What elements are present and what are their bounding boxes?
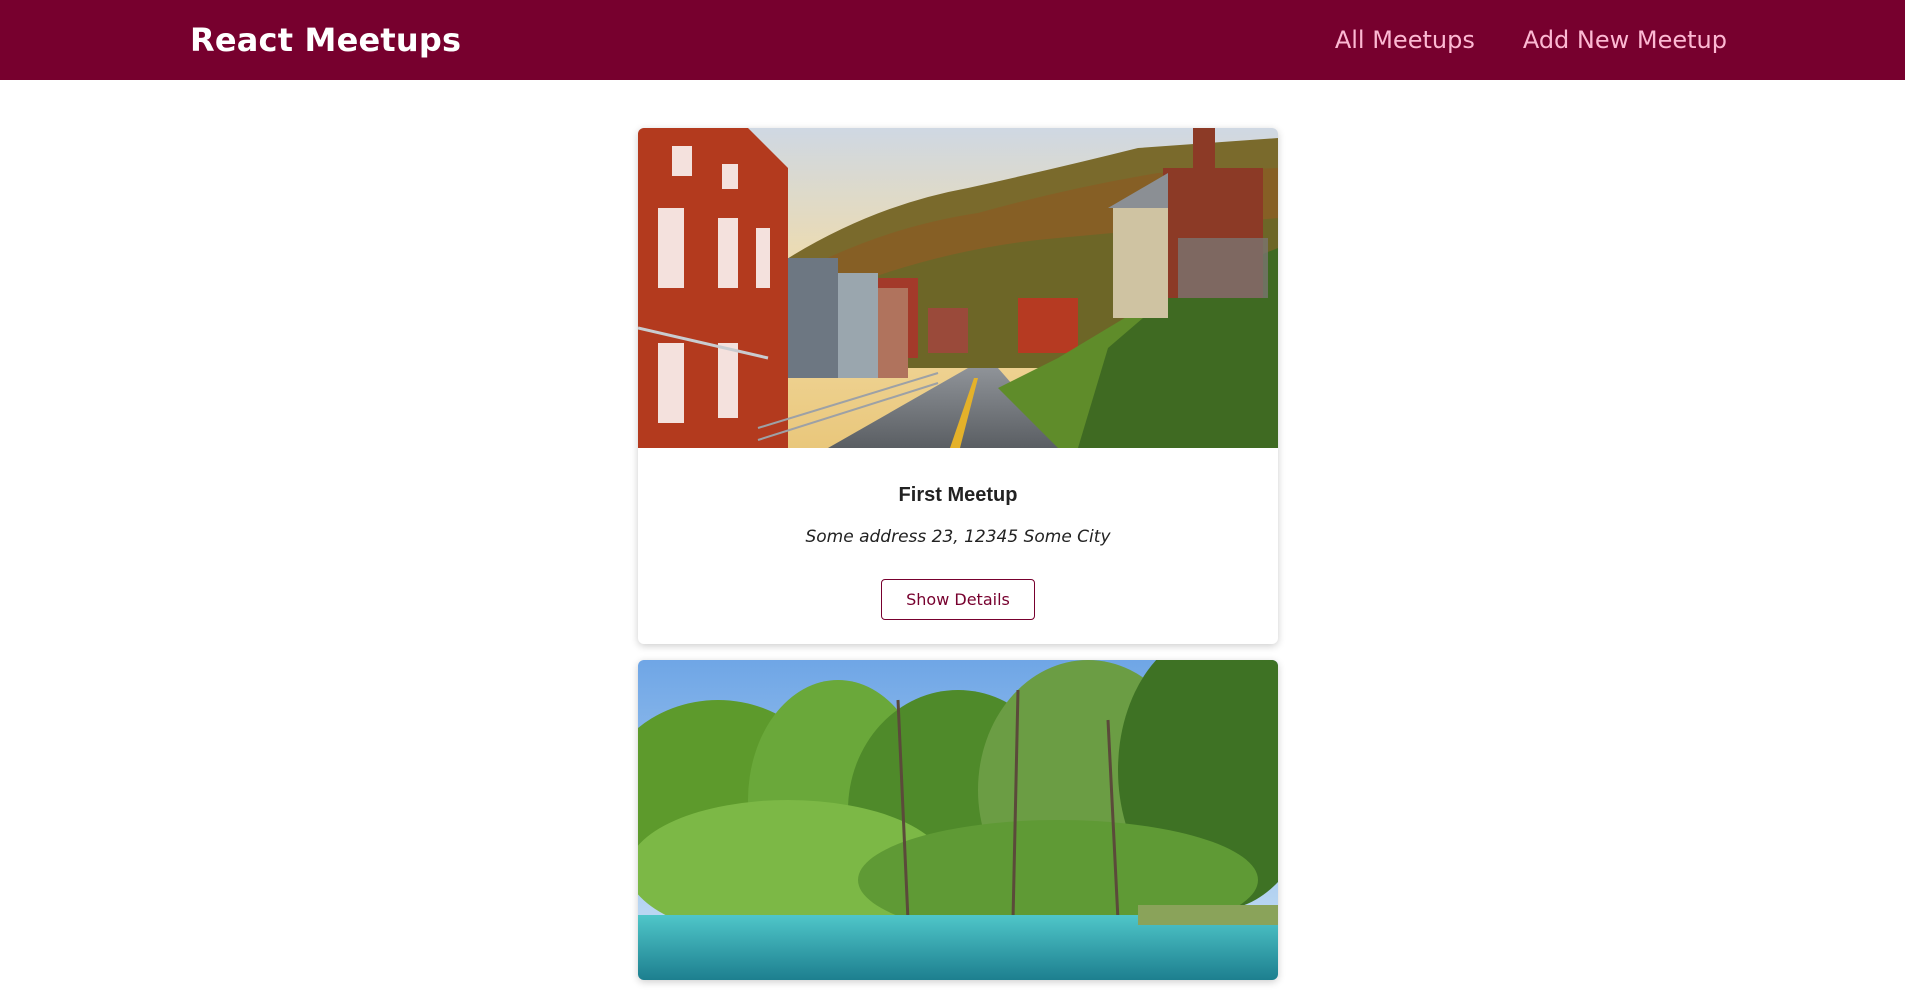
site-logo[interactable]: React Meetups: [190, 21, 461, 59]
main-nav: All Meetups Add New Meetup: [1335, 26, 1727, 54]
meetup-content: First Meetup Some address 23, 12345 Some…: [638, 448, 1278, 547]
meetup-actions: Show Details: [638, 547, 1278, 644]
main-header: React Meetups All Meetups Add New Meetup: [0, 0, 1905, 80]
meetup-image: [638, 128, 1278, 448]
meetup-list: First Meetup Some address 23, 12345 Some…: [638, 128, 1278, 996]
meetup-card: First Meetup Some address 23, 12345 Some…: [638, 128, 1278, 644]
show-details-button[interactable]: Show Details: [881, 579, 1035, 620]
nav-link-all-meetups[interactable]: All Meetups: [1335, 26, 1475, 54]
nav-link-add-new-meetup[interactable]: Add New Meetup: [1523, 26, 1727, 54]
meetup-address: Some address 23, 12345 Some City: [805, 527, 1111, 547]
meetup-image: [638, 660, 1278, 980]
meetup-title: First Meetup: [898, 484, 1018, 506]
meetup-card: [638, 660, 1278, 980]
